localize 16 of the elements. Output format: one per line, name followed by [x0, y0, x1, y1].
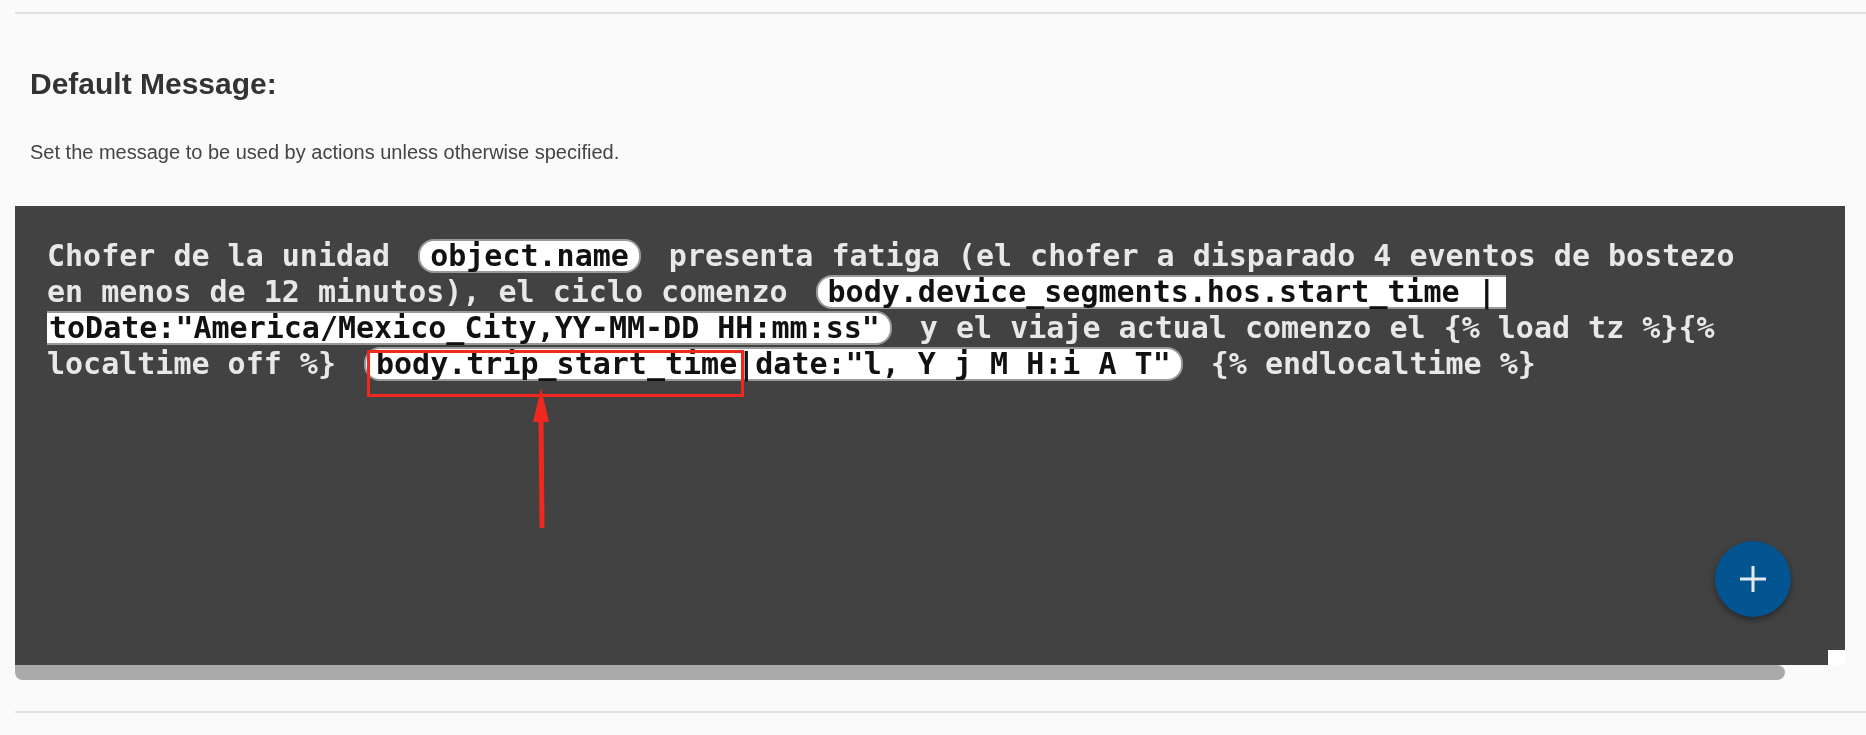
message-editor[interactable] — [15, 206, 1845, 665]
message-text: localtime off %} — [47, 346, 336, 382]
message-text: presenta fatiga (el chofer a disparado 4 eventos de bostezo — [668, 238, 1735, 274]
variable-chip[interactable]: body.device_segments.hos.start_time | — [815, 275, 1506, 309]
message-text: {% endlocaltime %} — [1210, 346, 1536, 382]
section-description: Set the message to be used by actions unless otherwise specified. — [30, 140, 621, 164]
section-heading: Default Message: — [30, 66, 278, 102]
plus-icon — [1739, 565, 1767, 593]
message-text: Chofer de la unidad — [47, 238, 391, 274]
message-text: y el viaje actual comenzo el {% load tz %}{% — [919, 310, 1715, 346]
horizontal-scrollbar[interactable] — [15, 665, 1785, 680]
add-button[interactable] — [1715, 541, 1791, 617]
scroll-corner — [1828, 650, 1845, 665]
variable-chip[interactable]: toDate:"America/Mexico_City,YY-MM-DD HH:mm:ss" — [47, 311, 892, 345]
variable-chip[interactable]: object.name — [418, 239, 641, 273]
message-text: en menos de 12 minutos), el ciclo comenzo — [47, 274, 788, 310]
